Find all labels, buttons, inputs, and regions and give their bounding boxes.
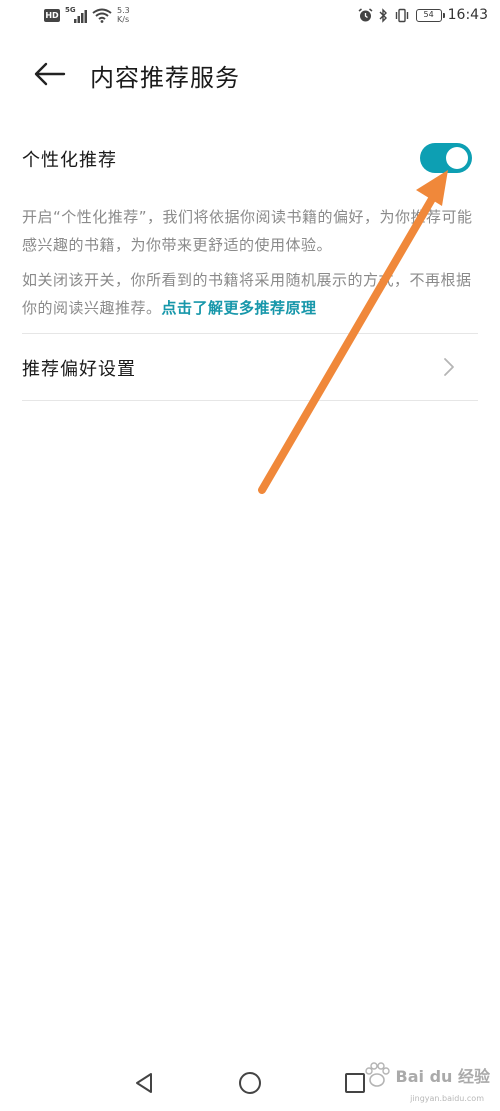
back-button[interactable] — [30, 58, 70, 90]
nav-back-button[interactable] — [132, 1070, 158, 1096]
triangle-back-icon — [136, 1073, 152, 1093]
baidu-paw-icon — [364, 1062, 390, 1087]
status-bar: HD 5G 5.3 K/s 54 16:43 — [0, 0, 500, 36]
status-right: 54 16:43 — [358, 7, 488, 23]
learn-more-link[interactable]: 点击了解更多推荐原理 — [162, 299, 317, 317]
arrow-left-icon — [34, 62, 66, 86]
signal-label: 5G — [65, 6, 76, 14]
hd-badge: HD — [44, 8, 60, 22]
battery-icon: 54 — [415, 8, 445, 22]
circle-home-icon — [239, 1072, 261, 1094]
description-paragraph-2: 如关闭该开关，你所看到的书籍将采用随机展示的方式，不再根据你的阅读兴趣推荐。点击… — [22, 266, 478, 322]
personalized-recommendation-label: 个性化推荐 — [22, 150, 117, 171]
net-speed-unit: K/s — [117, 15, 130, 24]
watermark-text: Bai du 经验 — [395, 1067, 490, 1086]
vibrate-icon — [395, 8, 408, 22]
personalized-recommendation-row: 个性化推荐 — [22, 132, 478, 184]
wifi-icon — [92, 8, 112, 23]
net-speed: 5.3 K/s — [117, 6, 130, 24]
divider — [22, 400, 478, 401]
page-title: 内容推荐服务 — [90, 64, 240, 92]
personalized-description: 开启“个性化推荐”，我们将依据你阅读书籍的偏好，为你推荐可能感兴趣的书籍，为你带… — [22, 203, 478, 329]
alarm-icon — [358, 7, 373, 21]
status-time: 16:43 — [447, 7, 488, 23]
description-paragraph-1: 开启“个性化推荐”，我们将依据你阅读书籍的偏好，为你推荐可能感兴趣的书籍，为你带… — [22, 208, 473, 254]
watermark-subtext: jingyan.baidu.com — [410, 1094, 484, 1103]
net-speed-value: 5.3 — [117, 6, 130, 15]
baidu-watermark: Bai du 经验 — [362, 1060, 490, 1090]
recommendation-preferences-row[interactable]: 推荐偏好设置 — [22, 334, 478, 400]
status-left: HD 5G 5.3 K/s — [44, 6, 130, 24]
cell-signal-icon: 5G — [65, 6, 87, 23]
battery-level: 54 — [423, 9, 434, 19]
toggle-knob — [446, 147, 468, 169]
personalized-recommendation-toggle[interactable] — [420, 143, 472, 173]
recommendation-preferences-label: 推荐偏好设置 — [22, 359, 136, 380]
nav-home-button[interactable] — [237, 1070, 263, 1096]
app-header: 内容推荐服务 — [0, 50, 500, 98]
chevron-right-icon — [444, 358, 454, 376]
bluetooth-icon — [379, 7, 387, 23]
